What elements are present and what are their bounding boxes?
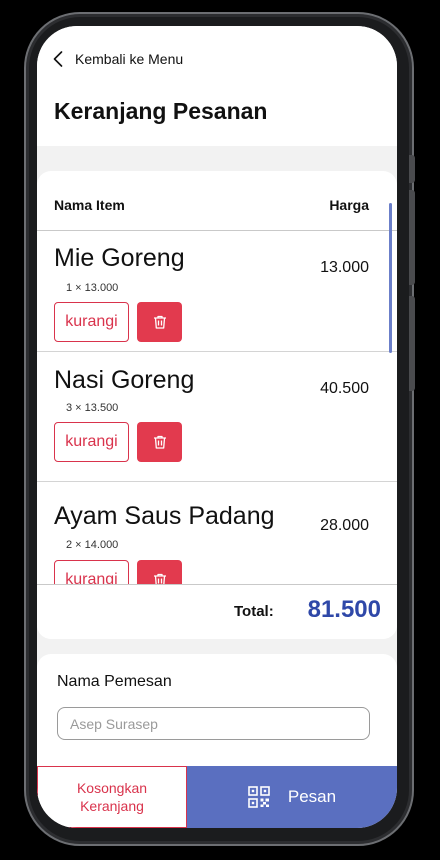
- customer-name-label: Nama Pemesan: [57, 673, 172, 690]
- delete-item-button[interactable]: [137, 560, 182, 584]
- item-quantity: 3 × 13.500: [66, 402, 119, 414]
- order-label: Pesan: [287, 787, 337, 806]
- back-button[interactable]: Kembali ke Menu: [53, 48, 183, 70]
- delete-item-button[interactable]: [137, 302, 182, 342]
- delete-item-button[interactable]: [137, 422, 182, 462]
- customer-name-input[interactable]: [57, 707, 370, 740]
- qr-code-icon: [248, 786, 270, 808]
- column-header-name: Nama Item: [54, 197, 125, 213]
- total-label: Total:: [234, 603, 274, 620]
- clear-cart-label-line2: Keranjang: [80, 798, 144, 814]
- cart-card: Nama Item Harga Mie Goreng 1 × 13.000 13…: [37, 171, 397, 639]
- table-header: Nama Item Harga: [37, 171, 397, 231]
- reduce-button[interactable]: kurangi: [54, 422, 129, 462]
- reduce-button[interactable]: kurangi: [54, 302, 129, 342]
- trash-icon: [153, 435, 166, 449]
- cart-item: Mie Goreng 1 × 13.000 13.000 kurangi: [37, 232, 397, 352]
- list-scrollbar[interactable]: [389, 203, 392, 353]
- cart-item: Ayam Saus Padang 2 × 14.000 28.000 kuran…: [37, 482, 397, 584]
- item-quantity: 2 × 14.000: [66, 539, 119, 551]
- cart-item: Nasi Goreng 3 × 13.500 40.500 kurangi: [37, 352, 397, 482]
- item-quantity: 1 × 13.000: [66, 282, 119, 294]
- phone-volume-up: [409, 190, 415, 285]
- trash-icon: [153, 573, 166, 584]
- item-name: Mie Goreng: [54, 244, 185, 272]
- total-row: Total: 81.500: [37, 584, 397, 639]
- action-bar: Kosongkan Keranjang Pesan: [37, 766, 397, 828]
- back-label: Kembali ke Menu: [75, 51, 184, 67]
- trash-icon: [153, 315, 166, 329]
- column-header-price: Harga: [329, 197, 369, 213]
- header: Kembali ke Menu Keranjang Pesanan: [37, 26, 397, 146]
- chevron-left-icon: [53, 51, 63, 67]
- clear-cart-label-line1: Kosongkan: [76, 780, 148, 796]
- cart-item-list[interactable]: Mie Goreng 1 × 13.000 13.000 kurangi Nas…: [37, 232, 397, 584]
- item-name: Nasi Goreng: [54, 366, 195, 394]
- item-name: Ayam Saus Padang: [54, 502, 275, 530]
- clear-cart-button[interactable]: Kosongkan Keranjang: [37, 766, 187, 828]
- reduce-button[interactable]: kurangi: [54, 560, 129, 584]
- total-value: 81.500: [307, 596, 381, 623]
- item-price: 28.000: [320, 517, 369, 534]
- item-price: 40.500: [320, 380, 369, 397]
- app-screen: Kembali ke Menu Keranjang Pesanan Nama I…: [37, 26, 397, 828]
- page-title: Keranjang Pesanan: [54, 98, 268, 124]
- customer-section: Nama Pemesan: [37, 654, 397, 769]
- item-price: 13.000: [320, 259, 369, 276]
- phone-mute-switch: [409, 155, 415, 183]
- order-button[interactable]: Pesan: [187, 766, 397, 828]
- phone-volume-down: [409, 296, 415, 391]
